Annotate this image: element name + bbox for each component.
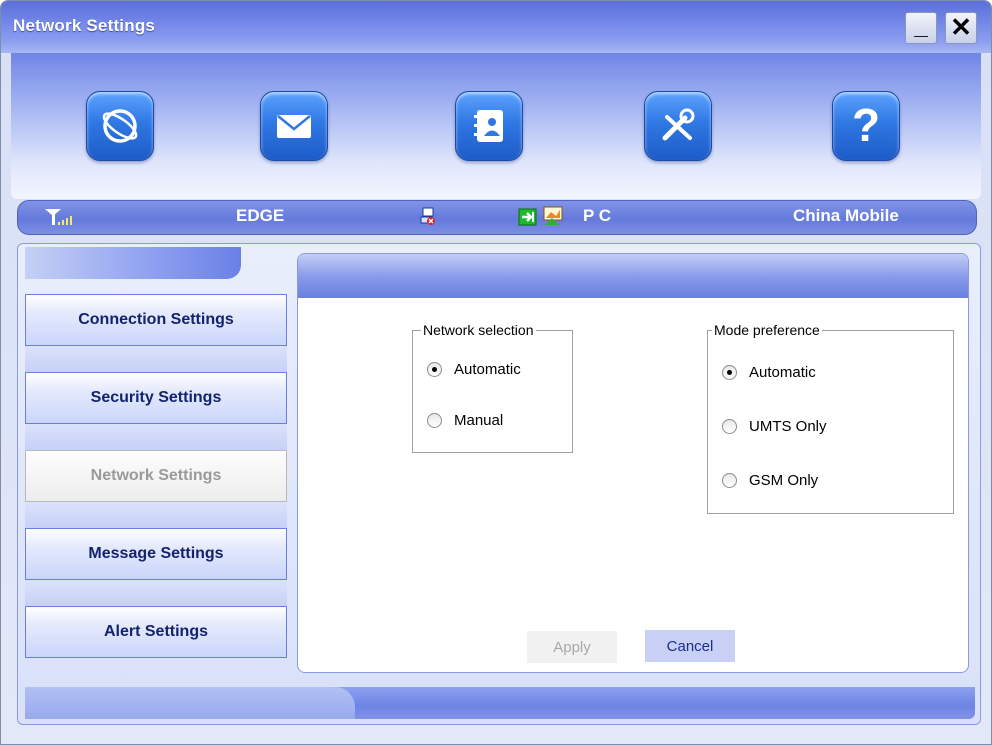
internet-button[interactable] [86, 91, 154, 161]
contacts-icon [474, 110, 503, 142]
sidebar-item-message-settings[interactable]: Message Settings [25, 528, 287, 580]
settings-tools-icon [662, 108, 695, 141]
sidebar-spacer [25, 502, 287, 528]
sidebar-item-connection-settings[interactable]: Connection Settings [25, 294, 287, 346]
radio-unselected-icon [722, 419, 737, 434]
pc-mode-icon [543, 206, 563, 225]
radio-label: Automatic [454, 361, 521, 378]
mode-preference-group: Mode preference Automatic UMTS Only GSM … [707, 322, 954, 514]
sidebar-item-network-settings[interactable]: Network Settings [25, 450, 287, 502]
sidebar-item-security-settings[interactable]: Security Settings [25, 372, 287, 424]
operator-name: China Mobile [793, 206, 899, 225]
network-type: EDGE [236, 206, 285, 225]
title-bar[interactable]: Network Settings _ ✕ [1, 1, 991, 53]
radio-selected-icon [722, 365, 737, 380]
radio-unselected-icon [427, 413, 442, 428]
help-button[interactable]: ? [832, 91, 900, 161]
bottom-decoration-left [25, 687, 355, 719]
tools-button[interactable] [644, 91, 712, 161]
sidebar-item-alert-settings[interactable]: Alert Settings [25, 606, 287, 658]
radio-selected-icon [427, 362, 442, 377]
radio-label: Manual [454, 412, 504, 429]
status-bar: EDGE P C China Mobile [17, 200, 977, 235]
app-window: Network Settings _ ✕ ? EDGE P C China Mo… [0, 0, 992, 745]
mode-umts-only-radio[interactable]: UMTS Only [722, 418, 827, 435]
sidebar-spacer [25, 580, 287, 606]
help-icon: ? [851, 99, 881, 151]
close-button[interactable]: ✕ [945, 12, 977, 44]
minimize-button[interactable]: _ [905, 12, 937, 44]
sim-transfer-icon [518, 208, 537, 226]
radio-label: UMTS Only [749, 418, 827, 435]
network-selection-group: Network selection Automatic Manual [412, 322, 573, 453]
internet-icon [102, 109, 138, 143]
network-manual-radio[interactable]: Manual [427, 412, 503, 429]
messages-icon [277, 115, 311, 138]
radio-label: GSM Only [749, 472, 819, 489]
sidebar-spacer [25, 424, 287, 450]
window-title: Network Settings [13, 16, 156, 35]
signal-strength-icon [45, 209, 72, 225]
connection-mode: P C [583, 206, 612, 225]
panel-header [298, 254, 968, 298]
mode-automatic-radio[interactable]: Automatic [722, 364, 816, 381]
connection-status-icon [420, 207, 435, 225]
radio-label: Automatic [749, 364, 816, 381]
sidebar-spacer [25, 346, 287, 372]
mode-gsm-only-radio[interactable]: GSM Only [722, 472, 818, 489]
contacts-button[interactable] [455, 91, 523, 161]
apply-button[interactable]: Apply [527, 630, 617, 663]
network-automatic-radio[interactable]: Automatic [427, 361, 521, 378]
messages-button[interactable] [260, 91, 328, 161]
network-selection-legend: Network selection [421, 322, 536, 338]
sidebar-header-decoration [25, 247, 241, 279]
main-toolbar: ? [11, 53, 981, 199]
radio-unselected-icon [722, 473, 737, 488]
network-settings-panel: Network selection Automatic Manual Mode … [297, 253, 969, 673]
mode-preference-legend: Mode preference [712, 322, 822, 338]
cancel-button[interactable]: Cancel [645, 630, 735, 662]
